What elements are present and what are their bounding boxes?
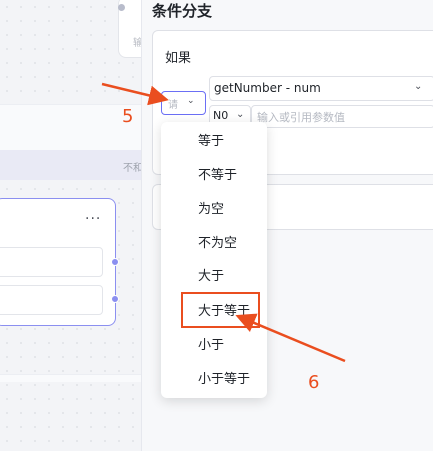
arrow-to-operator-icon bbox=[101, 82, 169, 106]
annotation-arrows bbox=[101, 82, 346, 363]
arrow-to-option-icon bbox=[235, 313, 346, 363]
annotation-step-5: 5 bbox=[122, 106, 134, 127]
annotation-step-6: 6 bbox=[308, 372, 320, 393]
